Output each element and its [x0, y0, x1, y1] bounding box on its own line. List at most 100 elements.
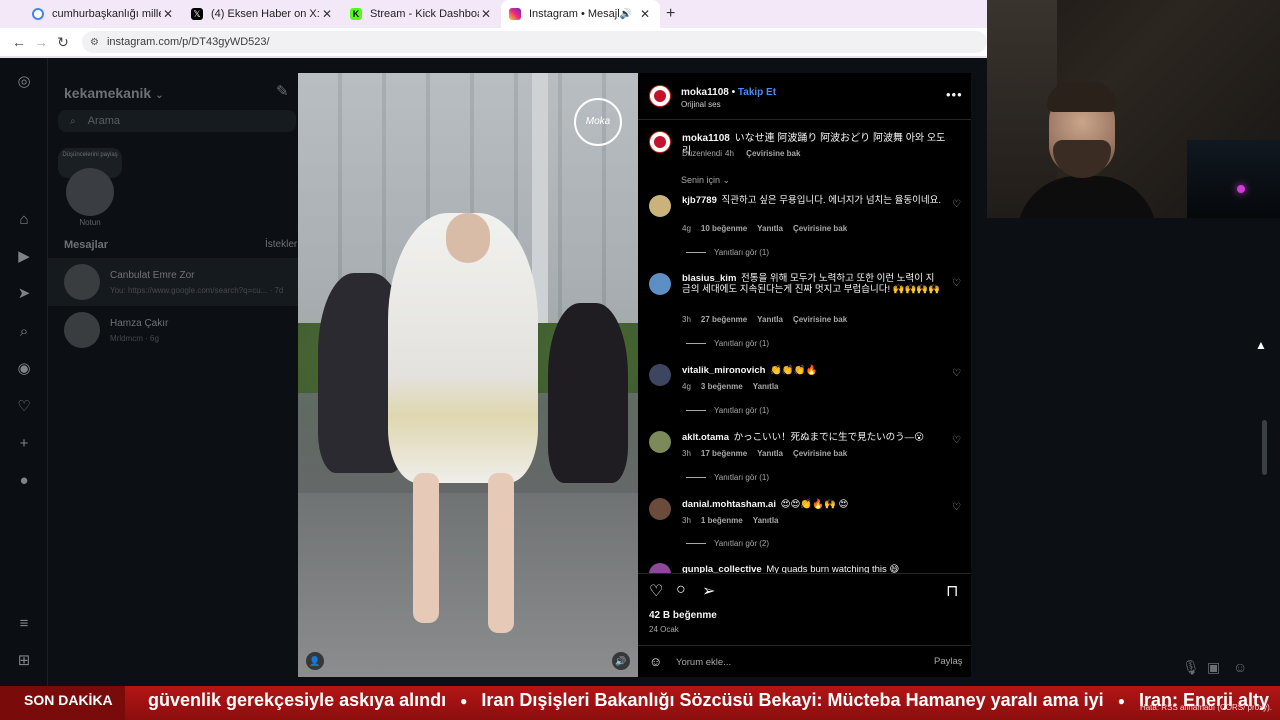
comment-likes[interactable]: 17 beğenme: [701, 449, 747, 458]
comment-like-icon[interactable]: ♡: [952, 502, 961, 513]
comment-time: 4g: [682, 382, 691, 391]
browser-tab-2[interactable]: K Stream - Kick Dashboard ✕: [342, 0, 501, 28]
requests-link[interactable]: İstekler: [265, 239, 297, 250]
reply-link[interactable]: Yanıtla: [757, 224, 783, 233]
comment-likes[interactable]: 10 beğenme: [701, 224, 747, 233]
translate-link[interactable]: Çevirisine bak: [793, 449, 847, 458]
likes-count[interactable]: 42 B beğenme: [649, 610, 717, 621]
view-replies[interactable]: Yanıtları gör (1): [686, 339, 769, 348]
follow-button[interactable]: Takip Et: [738, 87, 776, 98]
view-replies[interactable]: Yanıtları gör (1): [686, 248, 769, 257]
comment-author[interactable]: vitalik_mironovich: [682, 365, 765, 376]
site-info-icon[interactable]: ⚙: [90, 37, 99, 48]
avatar[interactable]: [649, 431, 671, 453]
thread-item[interactable]: Hamza Çakır Mrldmcm · 6g: [48, 306, 298, 354]
menu-icon[interactable]: ≡: [14, 614, 34, 634]
profile-icon[interactable]: ●: [14, 471, 34, 491]
reply-link[interactable]: Yanıtla: [753, 516, 779, 525]
view-replies[interactable]: Yanıtları gör (2): [686, 539, 769, 548]
search-input[interactable]: ⌕ Arama: [58, 110, 296, 132]
webcam-chair: [1187, 140, 1280, 218]
close-icon[interactable]: ✕: [161, 7, 175, 21]
new-tab-icon[interactable]: +: [666, 5, 675, 23]
send-icon[interactable]: ➤: [14, 284, 34, 304]
comment-likes[interactable]: 27 beğenme: [701, 315, 747, 324]
comment-like-icon[interactable]: ♡: [952, 435, 961, 446]
comment-like-icon[interactable]: ♡: [952, 368, 961, 379]
sticker-icon[interactable]: ☺: [1233, 659, 1247, 675]
tagged-users-icon[interactable]: 👤: [306, 652, 324, 670]
audio-link[interactable]: Orijinal ses: [681, 100, 721, 109]
avatar[interactable]: [649, 563, 671, 573]
comment-input[interactable]: [676, 652, 916, 672]
forward-icon[interactable]: →: [30, 34, 52, 50]
explore-icon[interactable]: ◉: [14, 359, 34, 379]
avatar[interactable]: [649, 131, 671, 153]
reply-link[interactable]: Yanıtla: [757, 315, 783, 324]
reply-link[interactable]: Yanıtla: [753, 382, 779, 391]
post-video[interactable]: Moka 👤: [298, 73, 638, 677]
home-icon[interactable]: ⌂: [14, 210, 34, 230]
comment-meta: 3h 17 beğenme Yanıtla Çevirisine bak: [682, 449, 857, 458]
instagram-icon[interactable]: ◎: [14, 72, 34, 92]
close-icon[interactable]: ✕: [638, 7, 652, 21]
translate-link[interactable]: Çevirisine bak: [793, 315, 847, 324]
avatar[interactable]: [66, 168, 114, 216]
like-icon[interactable]: ♡: [649, 581, 663, 601]
translate-link[interactable]: Çevirisine bak: [793, 224, 847, 233]
url-field[interactable]: ⚙ instagram.com/p/DT43gyWD523/: [82, 31, 987, 53]
back-icon[interactable]: ←: [8, 34, 30, 50]
volume-icon[interactable]: 🔊: [612, 652, 630, 670]
browser-tab-0[interactable]: cumhurbaşkanlığı millet kütüph... ✕: [24, 0, 183, 28]
thread-item[interactable]: Canbulat Emre Zor You: https://www.googl…: [48, 258, 298, 306]
note-label: Notun: [79, 218, 101, 227]
comment-icon[interactable]: ○: [676, 581, 686, 599]
speaker-icon[interactable]: 🔊: [620, 9, 632, 20]
comment-time: 3h: [682, 315, 691, 324]
compose-icon[interactable]: ✎: [276, 82, 289, 100]
comment-like-icon[interactable]: ♡: [952, 278, 961, 289]
meta-icon[interactable]: ⊞: [14, 651, 34, 671]
image-icon[interactable]: ▣: [1207, 659, 1220, 676]
view-replies[interactable]: Yanıtları gör (1): [686, 406, 769, 415]
reply-link[interactable]: Yanıtla: [757, 449, 783, 458]
comment-like-icon[interactable]: ♡: [952, 199, 961, 210]
create-icon[interactable]: +: [14, 434, 34, 454]
search-icon[interactable]: ⌕: [14, 322, 34, 342]
bookmark-icon[interactable]: ⊓: [946, 581, 958, 601]
comment-author[interactable]: blasius_kim: [682, 273, 736, 284]
scrollbar[interactable]: [1262, 420, 1267, 475]
comment-author[interactable]: danial.mohtasham.ai: [682, 499, 776, 510]
close-icon[interactable]: ✕: [479, 7, 493, 21]
comment-likes[interactable]: 3 beğenme: [701, 382, 743, 391]
avatar[interactable]: [649, 498, 671, 520]
reload-icon[interactable]: ↻: [52, 34, 74, 51]
reels-icon[interactable]: ▶: [14, 247, 34, 267]
share-icon[interactable]: ➢: [702, 581, 715, 601]
avatar[interactable]: [649, 85, 671, 107]
avatar[interactable]: [649, 364, 671, 386]
avatar[interactable]: [649, 273, 671, 295]
tab-title: cumhurbaşkanlığı millet kütüph...: [52, 8, 161, 20]
caption-time: 4h: [725, 149, 734, 158]
browser-tab-1[interactable]: 𝕏 (4) Eksen Haber on X: "Bir vatan... ✕: [183, 0, 342, 28]
browser-tab-3[interactable]: Instagram • Mesajlar 🔊 ✕: [501, 0, 660, 28]
account-switcher[interactable]: kekamekanik ⌄: [64, 85, 164, 101]
comment-author[interactable]: gunpla_collective: [682, 564, 762, 573]
comment-author[interactable]: aklt.otama: [682, 432, 729, 443]
comment-likes[interactable]: 1 beğenme: [701, 516, 743, 525]
translate-link[interactable]: Çevirisine bak: [746, 149, 800, 158]
heart-icon[interactable]: ♡: [14, 397, 34, 417]
close-icon[interactable]: ✕: [320, 7, 334, 21]
post-comment-button[interactable]: Paylaş: [934, 656, 963, 667]
caption-author[interactable]: moka1108: [682, 133, 730, 144]
mic-icon[interactable]: 🎙: [1182, 659, 1200, 676]
avatar[interactable]: [649, 195, 671, 217]
post-author[interactable]: moka1108: [681, 87, 729, 98]
emoji-icon[interactable]: ☺: [649, 654, 662, 669]
more-options-icon[interactable]: •••: [946, 87, 963, 102]
view-replies[interactable]: Yanıtları gör (1): [686, 473, 769, 482]
comment-body: 👏👏👏🔥: [770, 365, 818, 376]
comment-filter[interactable]: Senin için ⌄: [681, 175, 730, 186]
comment-author[interactable]: kjb7789: [682, 195, 717, 206]
